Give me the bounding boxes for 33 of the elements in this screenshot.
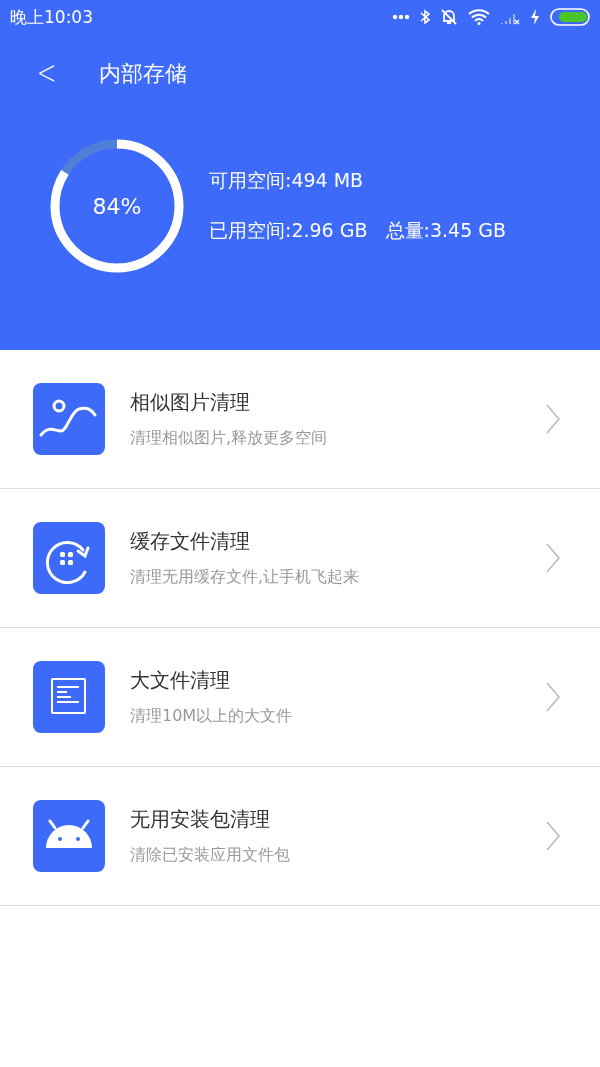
item-description: 清理无用缓存文件,让手机飞起来 — [130, 567, 361, 588]
cleanup-item[interactable]: 缓存文件清理 清理无用缓存文件,让手机飞起来 — [0, 489, 600, 628]
android-icon — [33, 800, 105, 872]
chevron-right-icon — [546, 821, 560, 851]
item-title: 大文件清理 — [130, 667, 231, 694]
chevron-right-icon — [546, 682, 560, 712]
item-title: 无用安装包清理 — [130, 806, 271, 833]
item-description: 清理相似图片,释放更多空间 — [130, 428, 329, 449]
picture-icon — [33, 383, 105, 455]
back-button[interactable]: < — [13, 52, 74, 96]
muted-bell-icon — [440, 8, 458, 26]
chevron-right-icon — [546, 404, 560, 434]
document-icon — [33, 661, 105, 733]
bluetooth-icon — [420, 9, 430, 25]
refresh-grid-icon — [33, 522, 105, 594]
item-title: 相似图片清理 — [130, 389, 251, 416]
battery-icon — [550, 8, 590, 26]
item-title: 缓存文件清理 — [130, 528, 251, 555]
chevron-right-icon — [546, 543, 560, 573]
usage-percent: 84% — [91, 192, 143, 221]
charging-bolt-icon — [530, 9, 540, 25]
free-space: 可用空间:494 MB — [209, 168, 365, 193]
more-dots-icon — [392, 14, 410, 20]
status-time: 晚上10:03 — [10, 5, 93, 29]
cleanup-item[interactable]: 大文件清理 清理10M以上的大文件 — [0, 628, 600, 767]
item-description: 清理10M以上的大文件 — [130, 706, 294, 727]
page-title: 内部存储 — [98, 60, 187, 88]
item-description: 清除已安装应用文件包 — [130, 845, 291, 866]
used-space: 已用空间:2.96 GB — [209, 218, 368, 243]
cleanup-item[interactable]: 相似图片清理 清理相似图片,释放更多空间 — [0, 350, 600, 489]
total-space: 总量:3.45 GB — [385, 218, 507, 243]
wifi-icon — [468, 9, 490, 25]
cleanup-item[interactable]: 无用安装包清理 清除已安装应用文件包 — [0, 767, 600, 906]
